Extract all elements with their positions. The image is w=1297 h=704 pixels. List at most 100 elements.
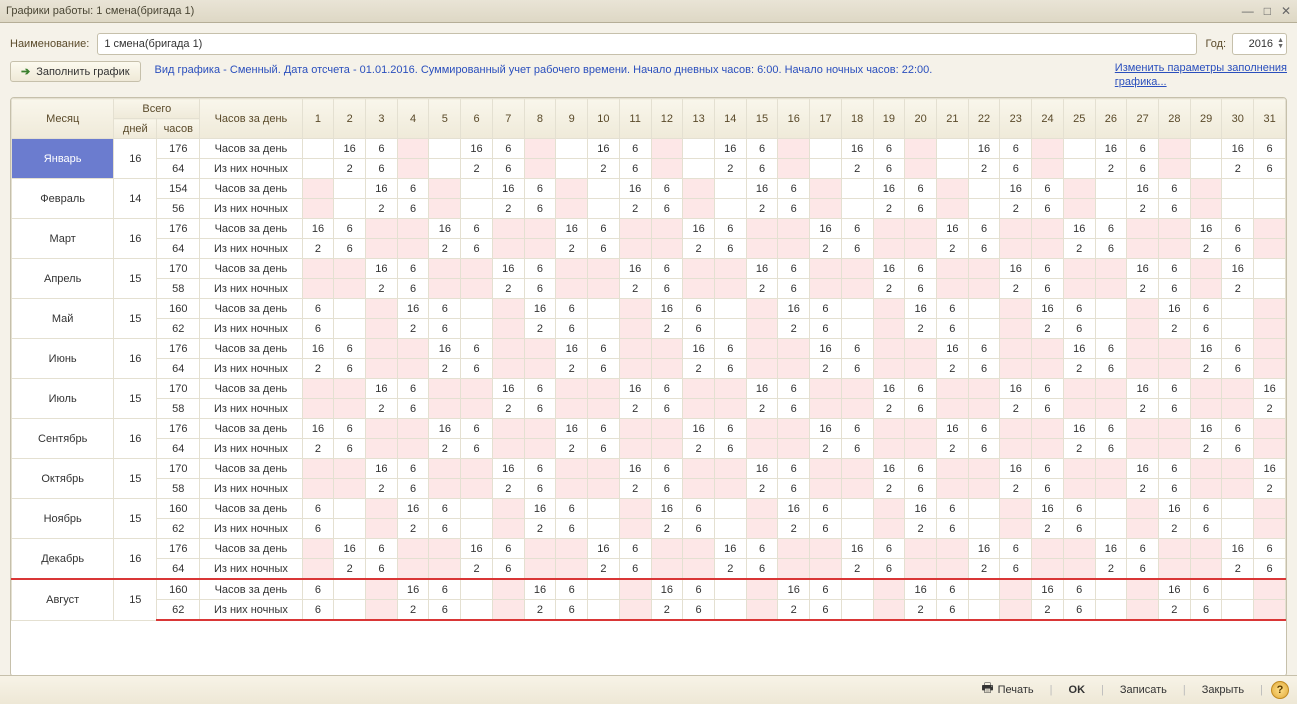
- night-cell[interactable]: [1190, 199, 1222, 219]
- night-cell[interactable]: [619, 519, 651, 539]
- day-cell[interactable]: 16: [936, 219, 968, 239]
- day-cell[interactable]: [1032, 419, 1064, 439]
- day-cell[interactable]: [841, 379, 873, 399]
- month-cell[interactable]: Октябрь: [12, 459, 114, 499]
- col-hours[interactable]: часов: [157, 119, 200, 139]
- day-cell[interactable]: [334, 459, 366, 479]
- night-cell[interactable]: 6: [968, 239, 1000, 259]
- night-cell[interactable]: 6: [1190, 600, 1222, 621]
- night-cell[interactable]: [683, 199, 715, 219]
- day-cell[interactable]: [683, 539, 715, 559]
- col-day-12[interactable]: 12: [651, 99, 683, 139]
- night-cell[interactable]: [619, 600, 651, 621]
- night-cell[interactable]: 6: [1222, 359, 1254, 379]
- day-cell[interactable]: [778, 219, 810, 239]
- day-cell[interactable]: [397, 219, 429, 239]
- day-cell[interactable]: [936, 139, 968, 159]
- day-cell[interactable]: 16: [683, 419, 715, 439]
- night-cell[interactable]: 2: [714, 159, 746, 179]
- night-cell[interactable]: 6: [651, 479, 683, 499]
- night-cell[interactable]: [873, 239, 905, 259]
- night-cell[interactable]: [524, 159, 556, 179]
- day-cell[interactable]: [1222, 499, 1254, 519]
- day-cell[interactable]: [429, 139, 461, 159]
- col-day-21[interactable]: 21: [936, 99, 968, 139]
- night-cell[interactable]: [714, 319, 746, 339]
- day-cell[interactable]: [461, 259, 493, 279]
- day-cell[interactable]: [302, 139, 334, 159]
- month-cell[interactable]: Май: [12, 299, 114, 339]
- day-cell[interactable]: [1032, 219, 1064, 239]
- day-cell[interactable]: [714, 579, 746, 600]
- night-cell[interactable]: [905, 359, 937, 379]
- night-cell[interactable]: [651, 359, 683, 379]
- day-cell[interactable]: [905, 139, 937, 159]
- night-cell[interactable]: 6: [302, 519, 334, 539]
- day-cell[interactable]: [746, 299, 778, 319]
- night-cell[interactable]: 2: [1095, 159, 1127, 179]
- night-cell[interactable]: [1190, 399, 1222, 419]
- day-cell[interactable]: 16: [746, 259, 778, 279]
- col-day-7[interactable]: 7: [492, 99, 524, 139]
- night-cell[interactable]: [334, 319, 366, 339]
- col-day-15[interactable]: 15: [746, 99, 778, 139]
- night-cell[interactable]: [556, 199, 588, 219]
- day-cell[interactable]: 6: [1222, 219, 1254, 239]
- night-cell[interactable]: [524, 359, 556, 379]
- night-cell[interactable]: [1159, 359, 1191, 379]
- night-cell[interactable]: 6: [905, 279, 937, 299]
- night-cell[interactable]: [1000, 519, 1032, 539]
- col-day-27[interactable]: 27: [1127, 99, 1159, 139]
- night-cell[interactable]: [366, 439, 398, 459]
- day-cell[interactable]: [683, 459, 715, 479]
- night-cell[interactable]: 6: [873, 559, 905, 580]
- day-cell[interactable]: [461, 459, 493, 479]
- day-cell[interactable]: [366, 339, 398, 359]
- night-cell[interactable]: 6: [397, 199, 429, 219]
- day-cell[interactable]: 6: [588, 419, 620, 439]
- day-cell[interactable]: 16: [1000, 379, 1032, 399]
- day-cell[interactable]: 16: [619, 459, 651, 479]
- night-cell[interactable]: [683, 159, 715, 179]
- night-cell[interactable]: [1095, 479, 1127, 499]
- night-cell[interactable]: 2: [302, 359, 334, 379]
- night-cell[interactable]: [1095, 399, 1127, 419]
- day-cell[interactable]: 6: [936, 579, 968, 600]
- col-day-20[interactable]: 20: [905, 99, 937, 139]
- day-cell[interactable]: [302, 379, 334, 399]
- day-cell[interactable]: [714, 499, 746, 519]
- day-cell[interactable]: 6: [1254, 139, 1286, 159]
- night-cell[interactable]: 2: [397, 519, 429, 539]
- night-cell[interactable]: 6: [810, 600, 842, 621]
- night-cell[interactable]: [1222, 319, 1254, 339]
- day-cell[interactable]: [461, 179, 493, 199]
- day-cell[interactable]: 16: [1032, 579, 1064, 600]
- col-day-1[interactable]: 1: [302, 99, 334, 139]
- night-cell[interactable]: 2: [968, 559, 1000, 580]
- day-cell[interactable]: 16: [746, 379, 778, 399]
- col-day-22[interactable]: 22: [968, 99, 1000, 139]
- night-cell[interactable]: 2: [366, 279, 398, 299]
- day-cell[interactable]: [778, 419, 810, 439]
- day-cell[interactable]: 16: [651, 499, 683, 519]
- day-cell[interactable]: 16: [905, 299, 937, 319]
- night-cell[interactable]: [1254, 439, 1286, 459]
- day-cell[interactable]: [936, 179, 968, 199]
- night-cell[interactable]: [683, 559, 715, 580]
- day-cell[interactable]: 6: [1159, 179, 1191, 199]
- night-cell[interactable]: [302, 279, 334, 299]
- day-cell[interactable]: 6: [810, 579, 842, 600]
- col-day-17[interactable]: 17: [810, 99, 842, 139]
- day-cell[interactable]: [366, 579, 398, 600]
- day-cell[interactable]: [1222, 299, 1254, 319]
- night-cell[interactable]: [1190, 559, 1222, 580]
- day-cell[interactable]: [810, 259, 842, 279]
- col-day-4[interactable]: 4: [397, 99, 429, 139]
- day-cell[interactable]: [492, 219, 524, 239]
- day-cell[interactable]: [397, 339, 429, 359]
- day-cell[interactable]: 16: [1063, 219, 1095, 239]
- day-cell[interactable]: 6: [873, 139, 905, 159]
- night-cell[interactable]: 6: [683, 519, 715, 539]
- day-cell[interactable]: [1063, 459, 1095, 479]
- night-cell[interactable]: [302, 399, 334, 419]
